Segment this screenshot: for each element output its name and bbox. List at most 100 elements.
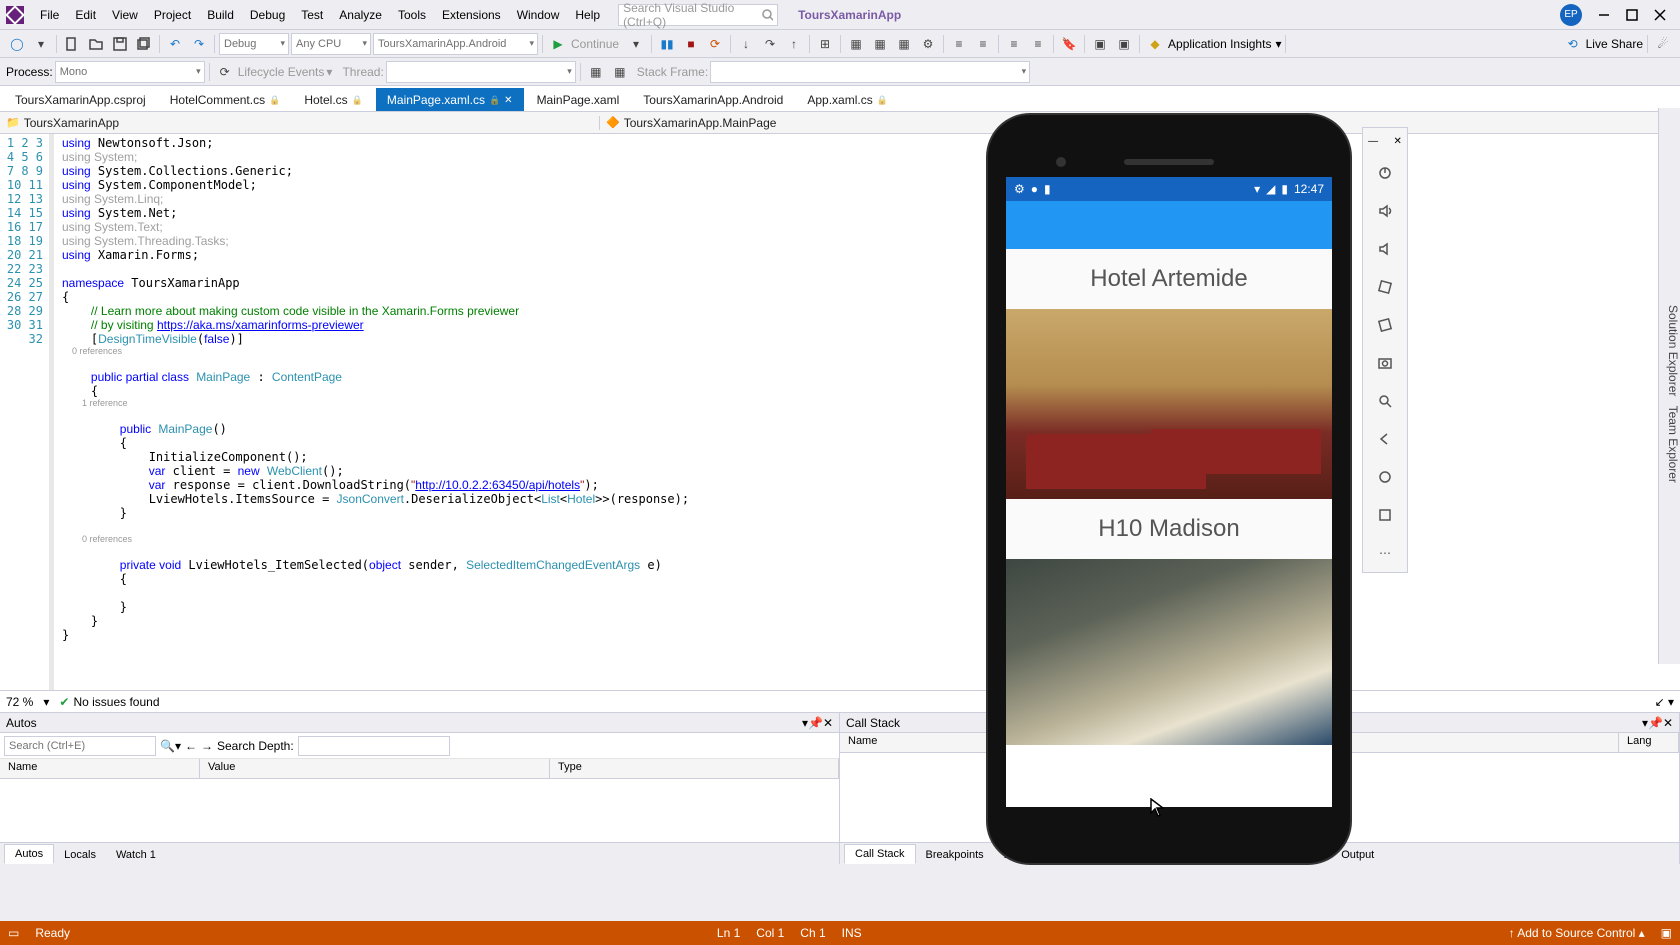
autos-col-name[interactable]: Name: [0, 759, 200, 778]
insights-icon[interactable]: ◆: [1144, 33, 1166, 55]
emu-overview-icon[interactable]: [1372, 502, 1398, 528]
callstack-tab[interactable]: Call Stack: [844, 844, 916, 864]
lifecycle-icon[interactable]: ⟳: [214, 61, 236, 83]
menu-edit[interactable]: Edit: [67, 4, 104, 26]
menu-window[interactable]: Window: [509, 4, 568, 26]
ext2-button[interactable]: ▣: [1113, 33, 1135, 55]
uncomment-button[interactable]: ≡: [1027, 33, 1049, 55]
tab-hotelcomment[interactable]: HotelComment.cs🔒: [159, 88, 292, 111]
stackframe-combo[interactable]: [710, 61, 1030, 83]
emu-back-icon[interactable]: [1372, 426, 1398, 452]
diag2-button[interactable]: ▦: [869, 33, 891, 55]
config-combo[interactable]: Debug: [219, 33, 289, 55]
pause-button[interactable]: ▮▮: [656, 33, 678, 55]
maximize-button[interactable]: [1618, 3, 1646, 27]
step-over-button[interactable]: ↷: [759, 33, 781, 55]
autos-col-type[interactable]: Type: [550, 759, 839, 778]
continue-button[interactable]: ▶: [547, 33, 569, 55]
thread-combo[interactable]: [386, 61, 576, 83]
insights-label[interactable]: Application Insights: [1168, 37, 1271, 51]
emulator-screen[interactable]: ⚙ ● ▮ ▾ ◢ ▮ 12:47 Hotel Artemide H10 Mad…: [1006, 177, 1332, 807]
close-button[interactable]: [1646, 3, 1674, 27]
menu-build[interactable]: Build: [199, 4, 242, 26]
pin-icon[interactable]: 🔒: [489, 95, 500, 106]
hotel-name-2[interactable]: H10 Madison: [1006, 499, 1332, 559]
toolbox-button[interactable]: ⊞: [814, 33, 836, 55]
screenshot-icon[interactable]: [1372, 350, 1398, 376]
user-avatar[interactable]: EP: [1560, 4, 1582, 26]
notifications-icon[interactable]: ▣: [1661, 926, 1672, 940]
pin-icon[interactable]: 🔒: [269, 95, 280, 106]
autos-search-icon[interactable]: 🔍▾: [160, 739, 181, 753]
autos-nav-fwd-icon[interactable]: →: [201, 739, 213, 753]
undo-button[interactable]: ↶: [164, 33, 186, 55]
ext1-button[interactable]: ▣: [1089, 33, 1111, 55]
menu-extensions[interactable]: Extensions: [434, 4, 509, 26]
more-icon[interactable]: ⋯: [1372, 540, 1398, 566]
menu-view[interactable]: View: [104, 4, 146, 26]
pin-icon[interactable]: 🔒: [352, 95, 363, 106]
menu-analyze[interactable]: Analyze: [331, 4, 390, 26]
cs-close-icon[interactable]: ✕: [1663, 716, 1673, 730]
volume-down-icon[interactable]: [1372, 236, 1398, 262]
hotel-image-1[interactable]: [1006, 309, 1332, 499]
cs-col-lang[interactable]: Lang: [1619, 733, 1679, 752]
autos-nav-back-icon[interactable]: ←: [185, 739, 197, 753]
save-button[interactable]: [109, 33, 131, 55]
locals-tab[interactable]: Locals: [54, 846, 106, 864]
comment-button[interactable]: ≡: [1003, 33, 1025, 55]
zoom-combo[interactable]: 72 %: [6, 695, 33, 709]
cs-pin-icon[interactable]: 📌: [1648, 716, 1663, 730]
menu-tools[interactable]: Tools: [390, 4, 434, 26]
emu-home-icon[interactable]: [1372, 464, 1398, 490]
watch1-tab[interactable]: Watch 1: [106, 846, 166, 864]
diag4-button[interactable]: ⚙: [917, 33, 939, 55]
indent-less-button[interactable]: ≡: [948, 33, 970, 55]
bookmark-button[interactable]: 🔖: [1058, 33, 1080, 55]
autos-col-value[interactable]: Value: [200, 759, 550, 778]
autos-search-input[interactable]: [4, 736, 156, 756]
feedback-button[interactable]: ☄: [1652, 33, 1674, 55]
source-control-button[interactable]: ↑ Add to Source Control ▴: [1509, 926, 1645, 940]
stop-button[interactable]: ■: [680, 33, 702, 55]
open-button[interactable]: [85, 33, 107, 55]
power-icon[interactable]: [1372, 160, 1398, 186]
tab-android[interactable]: ToursXamarinApp.Android: [632, 88, 794, 111]
tab-close-icon[interactable]: ✕: [504, 95, 512, 106]
step-into-button[interactable]: ↓: [735, 33, 757, 55]
menu-debug[interactable]: Debug: [242, 4, 293, 26]
process-combo[interactable]: Mono: [55, 61, 205, 83]
redo-button[interactable]: ↷: [188, 33, 210, 55]
startup-combo[interactable]: ToursXamarinApp.Android: [373, 33, 538, 55]
liveshare-icon[interactable]: ⟲: [1562, 33, 1584, 55]
pin-icon[interactable]: 🔒: [877, 95, 888, 106]
rotate-right-icon[interactable]: [1372, 312, 1398, 338]
issues-status[interactable]: No issues found: [59, 695, 159, 709]
right-rail[interactable]: Solution Explorer Team Explorer: [1658, 108, 1680, 664]
emu-minimize-icon[interactable]: —: [1368, 136, 1378, 147]
menu-project[interactable]: Project: [146, 4, 199, 26]
new-file-button[interactable]: [61, 33, 83, 55]
project-combo[interactable]: 📁 ToursXamarinApp: [0, 116, 600, 130]
minimize-button[interactable]: [1590, 3, 1618, 27]
solution-explorer-tab[interactable]: Solution Explorer: [1666, 305, 1680, 396]
autos-pin-icon[interactable]: 📌: [808, 716, 823, 730]
nav-back-button[interactable]: ◯: [6, 33, 28, 55]
menu-file[interactable]: File: [32, 4, 67, 26]
continue-drop[interactable]: ▾: [625, 33, 647, 55]
hotel-name-1[interactable]: Hotel Artemide: [1006, 249, 1332, 309]
nav-fwd-button[interactable]: ▾: [30, 33, 52, 55]
menu-test[interactable]: Test: [293, 4, 331, 26]
search-depth-input[interactable]: [298, 736, 450, 756]
search-input[interactable]: Search Visual Studio (Ctrl+Q): [618, 4, 778, 26]
zoom-icon[interactable]: [1372, 388, 1398, 414]
th2-button[interactable]: ▦: [609, 61, 631, 83]
tab-csproj[interactable]: ToursXamarinApp.csproj: [4, 88, 157, 111]
diag1-button[interactable]: ▦: [845, 33, 867, 55]
restart-button[interactable]: ⟳: [704, 33, 726, 55]
code-editor[interactable]: using Newtonsoft.Json; using System; usi…: [50, 134, 1680, 690]
lifecycle-label[interactable]: Lifecycle Events: [238, 65, 325, 79]
rotate-left-icon[interactable]: [1372, 274, 1398, 300]
volume-up-icon[interactable]: [1372, 198, 1398, 224]
autos-close-icon[interactable]: ✕: [823, 716, 833, 730]
